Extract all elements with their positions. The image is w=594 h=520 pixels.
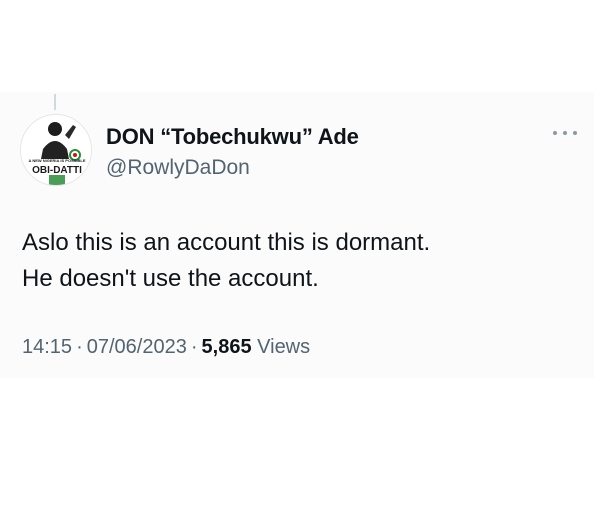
thread-connector-line <box>54 94 56 110</box>
meta-separator: · <box>76 336 83 358</box>
tweet-text-line: Aslo this is an account this is dormant. <box>22 229 431 256</box>
author-handle[interactable]: @RowlyDaDon <box>106 156 250 180</box>
more-dot <box>553 131 557 135</box>
avatar[interactable]: A NEW NIGERIA IS POSSIBLE OBI-DATTI <box>20 114 92 186</box>
author-display-name[interactable]: DON “Tobechukwu” Ade <box>106 124 359 150</box>
meta-separator: · <box>190 336 198 358</box>
avatar-top-text: A NEW NIGERIA IS POSSIBLE <box>28 158 85 163</box>
avatar-main-text: OBI-DATTI <box>32 165 82 176</box>
more-dot <box>563 131 567 135</box>
tweet-date[interactable]: 07/06/2023 <box>87 336 187 358</box>
tweet-text-line: He doesn't use the account. <box>22 265 319 292</box>
more-dot <box>573 131 577 135</box>
views-label: Views <box>257 336 311 358</box>
tweet-time[interactable]: 14:15 <box>22 336 72 358</box>
views-count[interactable]: 5,865 <box>202 336 252 358</box>
tweet-text: Aslo this is an account this is dormant.… <box>22 225 562 297</box>
more-horizontal-icon[interactable] <box>553 128 577 138</box>
tweet-card: A NEW NIGERIA IS POSSIBLE OBI-DATTI DON … <box>0 92 594 378</box>
page: A NEW NIGERIA IS POSSIBLE OBI-DATTI DON … <box>0 0 594 520</box>
tweet-meta: 14:15 · 07/06/2023 · 5,865 Views <box>22 336 310 359</box>
avatar-image: A NEW NIGERIA IS POSSIBLE OBI-DATTI <box>21 115 91 185</box>
